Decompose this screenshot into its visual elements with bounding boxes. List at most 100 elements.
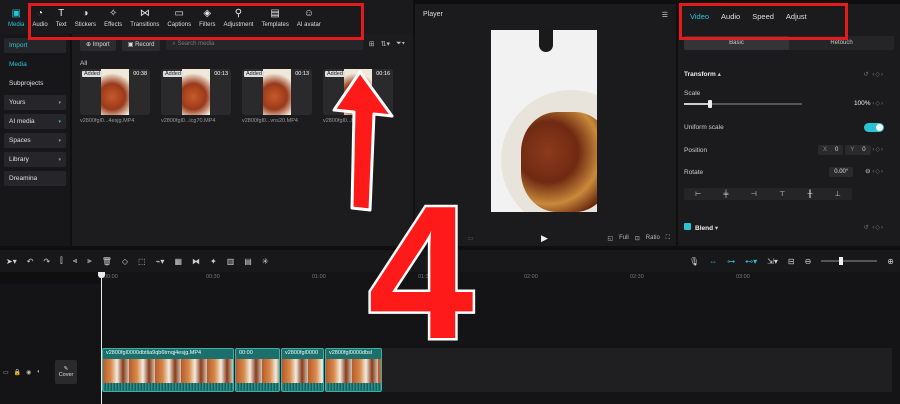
sparkle-icon[interactable]: ✳ [262, 257, 269, 266]
keyframe-icon[interactable]: ‹◇› [872, 101, 884, 107]
scale-value[interactable]: 100% [854, 100, 871, 107]
zoom-in-icon[interactable]: ⊕ [887, 257, 894, 266]
full-quality-button[interactable]: Full [619, 235, 629, 242]
tool-media[interactable]: ▣ Media [4, 0, 28, 34]
clip-name: v2800fgl0000dbtlia9qb6trnqj4esjg.MP4 [106, 350, 202, 356]
blend-checkbox[interactable] [684, 223, 691, 230]
chevron-down-icon[interactable]: ▾ [713, 225, 718, 232]
scale-slider-fill [684, 102, 710, 105]
delete-icon[interactable]: 🗑 [102, 257, 112, 266]
record-icon: ▣ [127, 41, 136, 48]
position-y-field[interactable]: Y0 [845, 145, 871, 155]
cover-button[interactable]: ✎ Cover [55, 360, 78, 384]
preview-axis-icon[interactable]: ⇲▾ [767, 257, 778, 266]
ratio-button[interactable]: Ratio [646, 235, 660, 242]
food-image [182, 69, 210, 115]
food-image [263, 69, 291, 115]
align-bottom-icon[interactable]: ⊥ [835, 190, 841, 198]
filter-icon[interactable]: ⏷▾ [396, 40, 405, 48]
align-top-icon[interactable]: ⊤ [779, 190, 785, 198]
focus-icon[interactable]: ⊡ [635, 235, 640, 242]
playhead[interactable] [98, 272, 105, 404]
timeline-ruler[interactable]: 00:00 00:30 01:00 01:30 02:00 02:30 03:0… [100, 272, 900, 284]
zoom-fit-icon[interactable]: ⊟ [788, 257, 795, 266]
magnet-icon[interactable]: ⊶ [727, 257, 735, 266]
align-center-h-icon[interactable]: ╪ [724, 191, 729, 198]
link-icon[interactable]: ⊷▾ [745, 257, 757, 266]
scale-slider-knob[interactable] [707, 99, 712, 108]
select-tool-icon[interactable]: ➤▾ [6, 257, 17, 266]
duration-label: 00:13 [295, 71, 309, 77]
shield-icon[interactable]: ◇ [122, 257, 128, 266]
crop-icon[interactable]: ⬚ [138, 257, 146, 266]
nav-ai-media[interactable]: AI media ▾ [4, 114, 66, 129]
nav-media[interactable]: Media [4, 57, 66, 72]
eye-icon[interactable]: ◉ [26, 369, 31, 376]
keyframe-icon[interactable]: ‹◇› [872, 72, 884, 78]
align-center-v-icon[interactable]: ╫ [807, 191, 812, 198]
media-item[interactable]: Added 00:13 v2800fgl0...vns20.MP4 [242, 69, 312, 124]
speed-icon[interactable]: ⌁▾ [156, 257, 165, 266]
duration-label: 00:38 [133, 71, 147, 77]
clip-frames [103, 359, 233, 383]
zoom-out-icon[interactable]: ⊖ [805, 257, 812, 266]
media-item[interactable]: Added 00:13 v2800fgl0...icg70.MP4 [161, 69, 231, 124]
redo-icon[interactable]: ↷ [43, 257, 50, 266]
picture-icon[interactable]: ▥ [227, 257, 235, 266]
chevron-down-icon: ▾ [58, 156, 61, 163]
media-item[interactable]: Added 00:38 v2800fgl0...4esjg.MP4 [80, 69, 150, 124]
menu-icon[interactable]: ☰ [662, 11, 668, 19]
uniform-scale-toggle[interactable] [864, 123, 884, 132]
keyframe-icon[interactable]: ‹◇› [872, 169, 884, 175]
media-thumbnail[interactable]: Added 00:38 [80, 69, 150, 115]
timeline-clip[interactable]: v2800fgl0000dbtlia9qb6trnqj4esjg.MP4 [102, 348, 234, 392]
scale-label: Scale [684, 90, 701, 97]
play-icon[interactable]: ▶ [541, 233, 548, 244]
nav-import[interactable]: Import [4, 38, 66, 53]
mute-icon[interactable]: ◖ [36, 369, 40, 375]
image-edit-icon[interactable]: ▤ [244, 257, 252, 266]
lock-icon[interactable]: 🔒 [14, 369, 21, 376]
nav-spaces[interactable]: Spaces ▾ [4, 133, 66, 148]
zoom-slider-knob[interactable] [839, 257, 844, 265]
transform-label: Transform [684, 71, 716, 78]
timeline-clip[interactable]: 00:00 [235, 348, 280, 392]
nav-dreamina[interactable]: Dreamina [4, 171, 66, 186]
annotation-box-tools [28, 3, 364, 40]
nav-yours[interactable]: Yours ▾ [4, 95, 66, 110]
grid-view-icon[interactable]: ⊞ [369, 40, 375, 48]
nav-library[interactable]: Library ▾ [4, 152, 66, 167]
mirror-icon[interactable]: ⧓ [192, 257, 200, 266]
rotate-dial-icon[interactable]: ⊖ [865, 168, 870, 175]
freeze-icon[interactable]: ▦ [174, 257, 182, 266]
annotation-box-tabs [679, 3, 848, 40]
position-x-field[interactable]: X0 [818, 145, 844, 155]
timeline-clip[interactable]: v2800fgl0000 [281, 348, 324, 392]
rotate-label: Rotate [684, 168, 704, 176]
left-nav: Import Media Subprojects Yours ▾ AI media… [0, 34, 70, 246]
undo-icon[interactable]: ↶ [27, 257, 34, 266]
fullscreen-icon[interactable]: ⛶ [666, 235, 670, 242]
magic-icon[interactable]: ✦ [210, 257, 217, 266]
keyframe-icon[interactable]: ‹◇› [872, 225, 884, 231]
rotate-field[interactable]: 0.00° [829, 167, 854, 177]
split-icon[interactable]: ⫿ [60, 256, 63, 266]
zoom-slider[interactable] [821, 257, 878, 265]
media-thumbnail[interactable]: Added 00:13 [242, 69, 312, 115]
media-thumbnail[interactable]: Added 00:13 [161, 69, 231, 115]
link-main-track-icon[interactable]: ⇔ [709, 257, 717, 266]
split-left-icon[interactable]: ⫷ [73, 256, 78, 266]
keyframe-icon[interactable]: ‹◇› [872, 147, 884, 153]
sort-icon[interactable]: ⇅▾ [381, 40, 390, 48]
track-cover-icon[interactable]: ▭ [3, 369, 9, 376]
ruler-tick: 00:00 [104, 274, 118, 280]
split-right-icon[interactable]: ⫸ [87, 256, 92, 266]
align-right-icon[interactable]: ⊣ [751, 190, 757, 198]
microphone-icon[interactable]: 🎙 [689, 257, 699, 266]
video-preview[interactable] [491, 30, 597, 212]
scale-slider[interactable] [684, 99, 802, 108]
nav-subprojects[interactable]: Subprojects [4, 76, 66, 91]
crop-icon[interactable]: ◱ [607, 235, 613, 242]
chevron-up-icon[interactable]: ▴ [716, 71, 721, 78]
align-left-icon[interactable]: ⊢ [695, 190, 701, 198]
